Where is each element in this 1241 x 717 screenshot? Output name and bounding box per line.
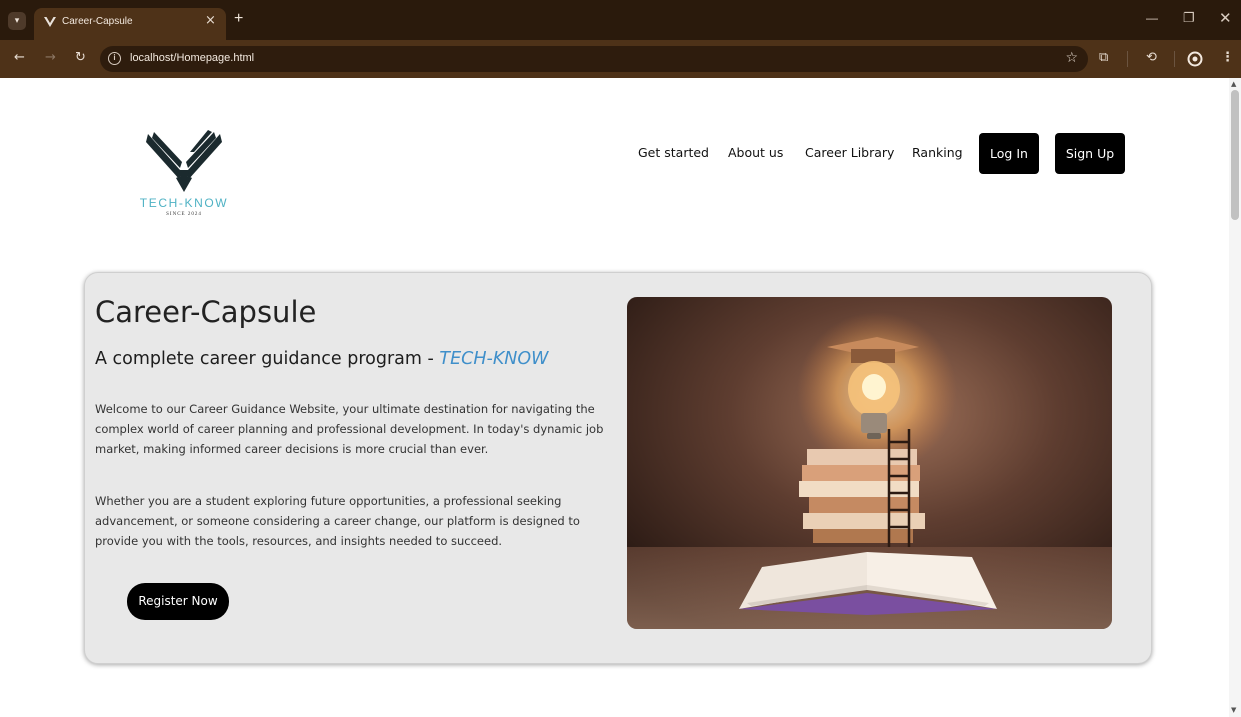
history-icon[interactable]: ⟲	[1146, 50, 1157, 65]
hero-paragraph-intro: Welcome to our Career Guidance Website, …	[95, 402, 604, 456]
forward-icon[interactable]: →	[45, 50, 56, 65]
new-tab-icon[interactable]: +	[234, 10, 243, 28]
scroll-up-icon[interactable]: ▲	[1231, 80, 1236, 88]
reload-icon[interactable]: ↻	[75, 50, 86, 65]
url-text[interactable]: localhost/Homepage.html	[130, 52, 254, 64]
tab-close-icon[interactable]: ×	[205, 13, 216, 28]
register-now-button[interactable]: Register Now	[127, 583, 229, 620]
site-info-icon[interactable]: i	[108, 52, 121, 65]
hero-subtitle-accent: TECH-KNOW	[439, 349, 549, 369]
main-nav: Get started About us Career Library Rank…	[0, 133, 1241, 175]
page-viewport: TECH-KNOW SINCE 2024 Get started About u…	[0, 78, 1241, 717]
minimize-icon[interactable]: —	[1146, 11, 1158, 25]
browser-titlebar: ▾ Career-Capsule × + — ❐ ✕	[0, 0, 1241, 40]
toolbar-divider	[1127, 51, 1128, 67]
extensions-icon[interactable]: ⧉	[1099, 50, 1108, 65]
hero-subtitle-prefix: A complete career guidance program -	[95, 349, 440, 369]
back-icon[interactable]: ←	[14, 50, 25, 65]
nav-career-library[interactable]: Career Library	[805, 145, 894, 160]
menu-icon[interactable]: ⋮	[1221, 50, 1234, 65]
hero-subtitle: A complete career guidance program - TEC…	[95, 349, 548, 369]
nav-about-us[interactable]: About us	[728, 145, 783, 160]
close-icon[interactable]: ✕	[1219, 9, 1232, 27]
star-icon[interactable]: ☆	[1065, 50, 1078, 66]
lightbulb-books-illustration	[627, 297, 1112, 629]
hero-image	[627, 297, 1112, 629]
scroll-down-icon[interactable]: ▼	[1231, 706, 1236, 714]
signup-button[interactable]: Sign Up	[1055, 133, 1125, 174]
browser-tab[interactable]: Career-Capsule ×	[34, 8, 226, 40]
restore-icon[interactable]: ❐	[1183, 10, 1195, 26]
nav-get-started[interactable]: Get started	[638, 145, 709, 160]
profile-icon[interactable]	[1187, 51, 1203, 67]
hero-paragraph-audience: Whether you are a student exploring futu…	[95, 494, 580, 548]
tab-search-icon[interactable]: ▾	[8, 12, 26, 30]
favicon-icon	[44, 17, 56, 27]
toolbar-divider	[1174, 51, 1175, 67]
nav-ranking[interactable]: Ranking	[912, 145, 963, 160]
login-button[interactable]: Log In	[979, 133, 1039, 174]
scrollbar-thumb[interactable]	[1231, 90, 1239, 220]
tab-title: Career-Capsule	[62, 16, 133, 27]
page-scrollbar[interactable]: ▲ ▼	[1229, 78, 1241, 717]
logo-tagline: SINCE 2024	[166, 212, 202, 217]
hero-card: Career-Capsule A complete career guidanc…	[84, 272, 1152, 664]
logo-brand-text: TECH-KNOW	[139, 196, 229, 210]
address-bar[interactable]: i localhost/Homepage.html ☆	[100, 46, 1088, 72]
hero-title: Career-Capsule	[95, 295, 317, 329]
